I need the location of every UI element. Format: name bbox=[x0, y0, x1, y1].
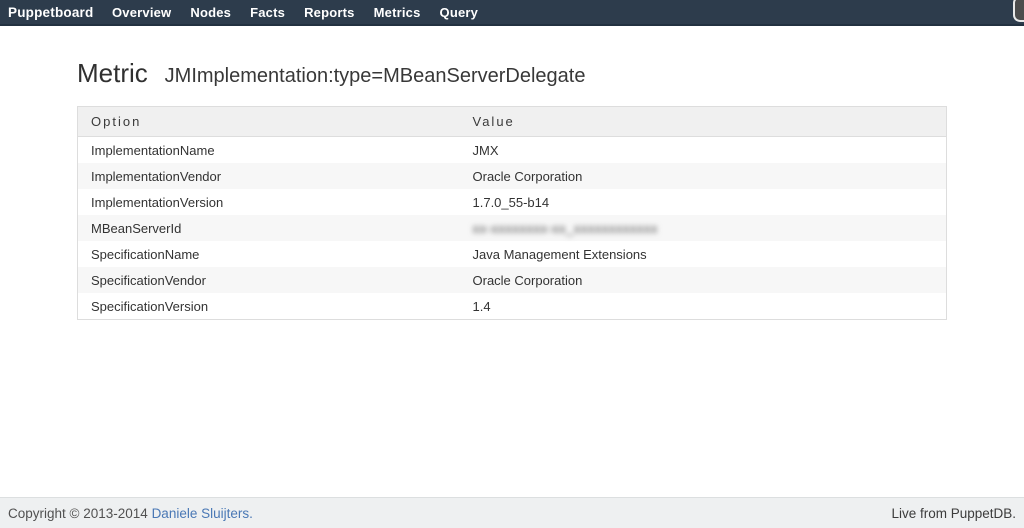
table-row: MBeanServerId xx-xxxxxxxx-xx_xxxxxxxxxxx… bbox=[78, 215, 947, 241]
option-cell: ImplementationVersion bbox=[78, 189, 460, 215]
table-row: ImplementationVersion 1.7.0_55-b14 bbox=[78, 189, 947, 215]
column-header-value: Value bbox=[460, 107, 947, 137]
nav-item-reports[interactable]: Reports bbox=[295, 5, 365, 20]
option-cell: ImplementationVendor bbox=[78, 163, 460, 189]
puppetdb-status-text: Live from PuppetDB. bbox=[891, 506, 1016, 521]
value-cell: JMX bbox=[460, 137, 947, 164]
table-header-row: Option Value bbox=[78, 107, 947, 137]
table-row: SpecificationVersion 1.4 bbox=[78, 293, 947, 320]
value-cell: Java Management Extensions bbox=[460, 241, 947, 267]
nav-item-facts[interactable]: Facts bbox=[241, 5, 295, 20]
table-row: SpecificationVendor Oracle Corporation bbox=[78, 267, 947, 293]
nav-item-query[interactable]: Query bbox=[430, 5, 488, 20]
author-link[interactable]: Daniele Sluijters. bbox=[152, 506, 253, 521]
table-row: ImplementationName JMX bbox=[78, 137, 947, 164]
copyright-text: Copyright © 2013-2014 Daniele Sluijters. bbox=[8, 506, 253, 521]
top-navbar: Puppetboard Overview Nodes Facts Reports… bbox=[0, 0, 1024, 26]
option-cell: SpecificationName bbox=[78, 241, 460, 267]
page-footer: Copyright © 2013-2014 Daniele Sluijters.… bbox=[0, 497, 1024, 528]
copyright-prefix: Copyright © 2013-2014 bbox=[8, 506, 148, 521]
value-cell: 1.4 bbox=[460, 293, 947, 320]
value-cell: Oracle Corporation bbox=[460, 163, 947, 189]
table-row: SpecificationName Java Management Extens… bbox=[78, 241, 947, 267]
page-title: Metric bbox=[77, 58, 148, 88]
nav-item-overview[interactable]: Overview bbox=[102, 5, 180, 20]
table-row: ImplementationVendor Oracle Corporation bbox=[78, 163, 947, 189]
option-cell: SpecificationVendor bbox=[78, 267, 460, 293]
metric-name: JMImplementation:type=MBeanServerDelegat… bbox=[165, 65, 586, 87]
column-header-option: Option bbox=[78, 107, 460, 137]
option-cell: MBeanServerId bbox=[78, 215, 460, 241]
nav-item-nodes[interactable]: Nodes bbox=[181, 5, 241, 20]
value-cell: 1.7.0_55-b14 bbox=[460, 189, 947, 215]
value-cell: Oracle Corporation bbox=[460, 267, 947, 293]
navbar-brand-puppetboard[interactable]: Puppetboard bbox=[8, 5, 102, 20]
metric-options-table: Option Value ImplementationName JMX Impl… bbox=[77, 106, 947, 320]
page-heading: Metric JMImplementation:type=MBeanServer… bbox=[77, 56, 947, 91]
value-cell-redacted: xx-xxxxxxxx-xx_xxxxxxxxxxxx bbox=[460, 215, 947, 241]
option-cell: SpecificationVersion bbox=[78, 293, 460, 320]
scrollbar-thumb[interactable] bbox=[1013, 0, 1024, 22]
blurred-server-id: xx-xxxxxxxx-xx_xxxxxxxxxxxx bbox=[473, 221, 658, 236]
option-cell: ImplementationName bbox=[78, 137, 460, 164]
main-content: Metric JMImplementation:type=MBeanServer… bbox=[77, 56, 947, 320]
nav-item-metrics[interactable]: Metrics bbox=[364, 5, 430, 20]
